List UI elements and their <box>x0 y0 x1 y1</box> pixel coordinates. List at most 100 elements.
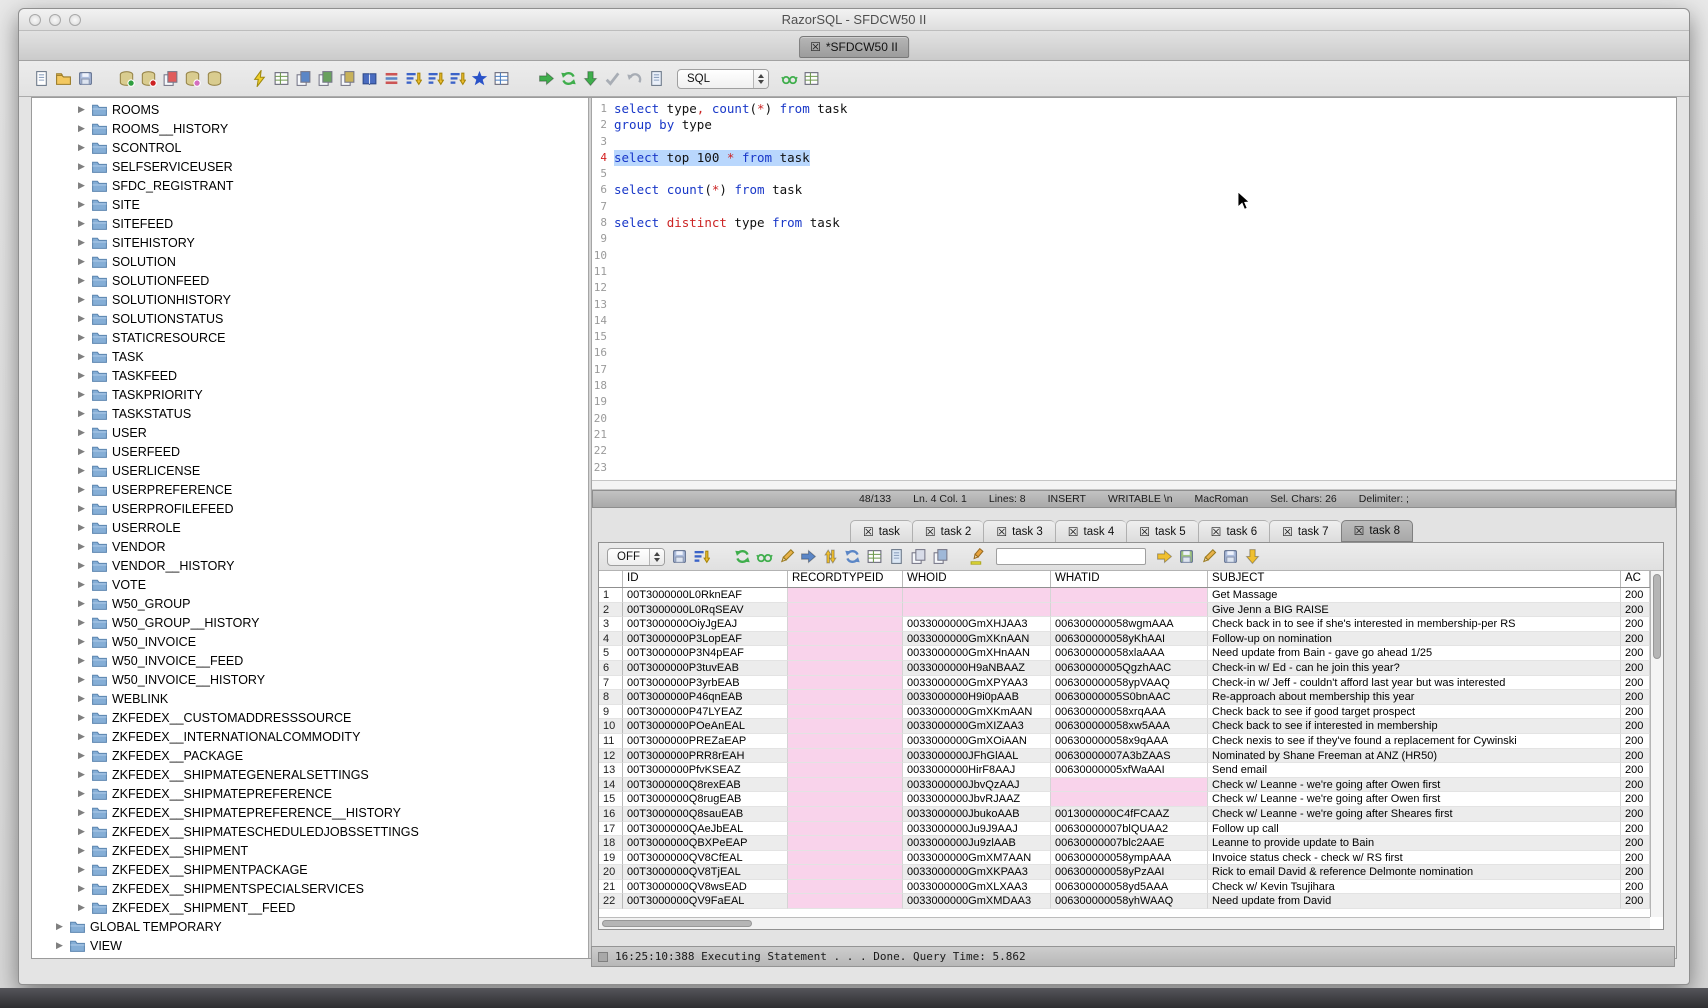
tree-item[interactable]: ▶VENDOR__HISTORY <box>32 556 588 575</box>
cell-num[interactable]: 17 <box>599 822 623 837</box>
disclosure-triangle-icon[interactable]: ▶ <box>76 522 87 533</box>
disclosure-triangle-icon[interactable]: ▶ <box>76 693 87 704</box>
cell-recordtypeid[interactable] <box>788 851 903 866</box>
tree-item[interactable]: ▶TASKSTATUS <box>32 404 588 423</box>
dropdown-stepper-icon[interactable] <box>649 549 664 565</box>
cell-recordtypeid[interactable] <box>788 894 903 909</box>
describe-results-icon[interactable] <box>866 548 883 565</box>
tree-item[interactable]: ▶W50_GROUP <box>32 594 588 613</box>
cell-ac[interactable]: 200 <box>1621 734 1650 749</box>
cell-num[interactable]: 5 <box>599 646 623 661</box>
cell-whatid[interactable] <box>1051 588 1208 603</box>
disclosure-triangle-icon[interactable]: ▶ <box>76 902 87 913</box>
tree-item[interactable]: ▶ZKFEDEX__PACKAGE <box>32 746 588 765</box>
cell-ac[interactable]: 200 <box>1621 778 1650 793</box>
disclosure-triangle-icon[interactable]: ▶ <box>76 769 87 780</box>
disclosure-triangle-icon[interactable]: ▶ <box>76 351 87 362</box>
results-hscrollbar[interactable] <box>599 917 1650 929</box>
disclosure-triangle-icon[interactable]: ▶ <box>76 123 87 134</box>
cell-id[interactable]: 00T3000000OiyJgEAJ <box>623 617 788 632</box>
cell-whoid[interactable]: 0033000000JFhGlAAL <box>903 749 1051 764</box>
tree-item[interactable]: ▶ZKFEDEX__SHIPMENT__FEED <box>32 898 588 917</box>
disclosure-triangle-icon[interactable]: ▶ <box>76 218 87 229</box>
disclosure-triangle-icon[interactable]: ▶ <box>76 883 87 894</box>
cell-whatid[interactable]: 006300000058xlaAAA <box>1051 646 1208 661</box>
result-tab-task-3[interactable]: ☒task 3 <box>983 520 1054 542</box>
cell-ac[interactable]: 200 <box>1621 865 1650 880</box>
cell-num[interactable]: 9 <box>599 705 623 720</box>
cell-subject[interactable]: Need update from Bain - gave go ahead 1/… <box>1208 646 1621 661</box>
window-minimize-button[interactable] <box>49 14 61 26</box>
disclosure-triangle-icon[interactable]: ▶ <box>76 446 87 457</box>
disclosure-triangle-icon[interactable]: ▶ <box>76 598 87 609</box>
disclosure-triangle-icon[interactable]: ▶ <box>76 674 87 685</box>
tree-item[interactable]: ▶SOLUTION <box>32 252 588 271</box>
find-next-icon[interactable] <box>1156 548 1173 565</box>
tree-item[interactable]: ▶ROOMS__HISTORY <box>32 119 588 138</box>
open-file-icon[interactable] <box>55 70 72 87</box>
cell-subject[interactable]: Nominated by Shane Freeman at ANZ (HR50) <box>1208 749 1621 764</box>
column-header-ac[interactable]: AC <box>1621 571 1650 587</box>
help-book-icon[interactable] <box>361 70 378 87</box>
close-tab-icon[interactable]: ☒ <box>1354 525 1365 537</box>
cell-id[interactable]: 00T3000000P46qnEAB <box>623 690 788 705</box>
cell-ac[interactable]: 200 <box>1621 661 1650 676</box>
tree-item[interactable]: ▶USERROLE <box>32 518 588 537</box>
disclosure-triangle-icon[interactable]: ▶ <box>76 389 87 400</box>
cell-ac[interactable]: 200 <box>1621 603 1650 618</box>
tree-item[interactable]: ▶W50_INVOICE__HISTORY <box>32 670 588 689</box>
vscroll-thumb[interactable] <box>1653 574 1661 659</box>
edit-results-icon[interactable] <box>778 548 795 565</box>
title-bar[interactable]: RazorSQL - SFDCW50 II <box>19 9 1689 31</box>
cell-whatid[interactable]: 006300000058yPzAAI <box>1051 865 1208 880</box>
disclosure-triangle-icon[interactable]: ▶ <box>76 427 87 438</box>
cell-id[interactable]: 00T3000000QV8CfEAL <box>623 851 788 866</box>
cell-whoid[interactable]: 0033000000GmXHnAAN <box>903 646 1051 661</box>
table-editor-icon[interactable] <box>493 70 510 87</box>
tree-item[interactable]: ▶TASK <box>32 347 588 366</box>
disclosure-triangle-icon[interactable]: ▶ <box>76 370 87 381</box>
edit-connection-icon[interactable] <box>184 70 201 87</box>
disclosure-triangle-icon[interactable]: ▶ <box>76 807 87 818</box>
tree-item[interactable]: ▶SOLUTIONHISTORY <box>32 290 588 309</box>
tree-item[interactable]: ▶WEBLINK <box>32 689 588 708</box>
cell-whoid[interactable]: 0033000000Ju9zlAAB <box>903 836 1051 851</box>
cell-whoid[interactable]: 0033000000GmXHJAA3 <box>903 617 1051 632</box>
column-header-recordtypeid[interactable]: RECORDTYPEID <box>788 571 903 587</box>
copy-table-icon[interactable] <box>339 70 356 87</box>
cell-num[interactable]: 3 <box>599 617 623 632</box>
cell-whoid[interactable]: 0033000000H9i0pAAB <box>903 690 1051 705</box>
import-data-icon[interactable] <box>317 70 334 87</box>
cell-ac[interactable]: 200 <box>1621 807 1650 822</box>
tree-item[interactable]: ▶USERLICENSE <box>32 461 588 480</box>
row-count-icon[interactable] <box>383 70 400 87</box>
cell-subject[interactable]: Check nexis to see if they've found a re… <box>1208 734 1621 749</box>
disclosure-triangle-icon[interactable]: ▶ <box>76 750 87 761</box>
generate-sql-icon[interactable] <box>844 548 861 565</box>
tree-item[interactable]: ▶W50_INVOICE <box>32 632 588 651</box>
cell-num[interactable]: 14 <box>599 778 623 793</box>
close-tab-icon[interactable]: ☒ <box>1068 526 1079 538</box>
disclosure-triangle-icon[interactable]: ▶ <box>76 579 87 590</box>
view-as-text-icon[interactable] <box>756 548 773 565</box>
cell-ac[interactable]: 200 <box>1621 719 1650 734</box>
disclosure-triangle-icon[interactable]: ▶ <box>76 503 87 514</box>
results-vscrollbar[interactable] <box>1650 571 1663 917</box>
tree-item[interactable]: ▶VENDOR <box>32 537 588 556</box>
database-icon[interactable] <box>206 70 223 87</box>
execute-all-icon[interactable] <box>560 70 577 87</box>
update-row-icon[interactable] <box>822 548 839 565</box>
cell-id[interactable]: 00T3000000Q8rugEAB <box>623 792 788 807</box>
close-tab-icon[interactable]: ☒ <box>925 526 936 538</box>
tree-item[interactable]: ▶ZKFEDEX__SHIPMATEPREFERENCE <box>32 784 588 803</box>
result-tab-task-6[interactable]: ☒task 6 <box>1198 520 1269 542</box>
cell-subject[interactable]: Check back to see if interested in membe… <box>1208 719 1621 734</box>
cell-id[interactable]: 00T3000000Q8rexEAB <box>623 778 788 793</box>
editor-hscrollbar[interactable] <box>592 480 1676 490</box>
column-header-id[interactable]: ID <box>623 571 788 587</box>
save-file-icon[interactable] <box>77 70 94 87</box>
tree-item[interactable]: ▶TASKPRIORITY <box>32 385 588 404</box>
tree-item[interactable]: ▶ZKFEDEX__SHIPMENT <box>32 841 588 860</box>
cell-whoid[interactable]: 0033000000Ju9J9AAJ <box>903 822 1051 837</box>
tree-item[interactable]: ▶ZKFEDEX__SHIPMATEGENERALSETTINGS <box>32 765 588 784</box>
